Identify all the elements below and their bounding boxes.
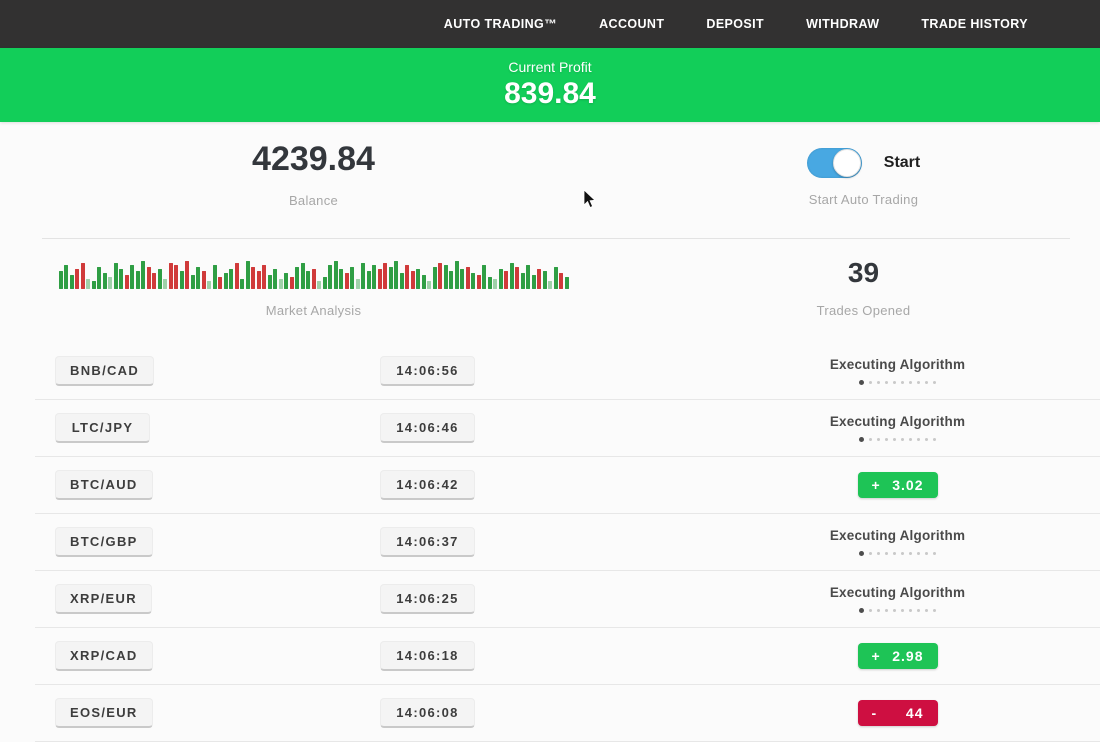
result-sign: +: [872, 648, 881, 664]
trade-time-badge: 14:06:25: [380, 584, 475, 614]
executing-status: Executing Algorithm: [830, 414, 965, 442]
auto-trading-block: Start Start Auto Trading: [627, 140, 1100, 238]
pair-badge: EOS/EUR: [55, 698, 153, 728]
market-analysis-chart: [59, 257, 569, 289]
table-row: LTC/JPY 14:06:46 Executing Algorithm: [35, 400, 1100, 457]
executing-status: Executing Algorithm: [830, 357, 965, 385]
executing-label: Executing Algorithm: [830, 414, 965, 429]
result-value: 2.98: [892, 648, 923, 664]
current-profit-label: Current Profit: [0, 59, 1100, 75]
trades-opened-value: 39: [848, 257, 879, 289]
balance-value: 4239.84: [252, 140, 375, 179]
trade-time-badge: 14:06:46: [380, 413, 475, 443]
pair-badge: BNB/CAD: [55, 356, 154, 386]
nav-item-withdraw[interactable]: WITHDRAW: [806, 17, 879, 31]
pair-badge: BTC/GBP: [55, 527, 153, 557]
table-row: XRP/CAD 14:06:18 + 2.98: [35, 628, 1100, 685]
top-navbar: AUTO TRADING™ ACCOUNT DEPOSIT WITHDRAW T…: [0, 0, 1100, 48]
executing-status: Executing Algorithm: [830, 528, 965, 556]
trade-time-badge: 14:06:18: [380, 641, 475, 671]
pair-badge: XRP/CAD: [55, 641, 153, 671]
table-row: BTC/GBP 14:06:37 Executing Algorithm: [35, 514, 1100, 571]
result-value: 3.02: [892, 477, 923, 493]
result-sign: -: [872, 705, 878, 721]
trades-table: BNB/CAD 14:06:56 Executing Algorithm LTC…: [0, 343, 1100, 742]
balance-block: 4239.84 Balance: [0, 140, 627, 238]
auto-trading-app: AUTO TRADING™ ACCOUNT DEPOSIT WITHDRAW T…: [0, 0, 1100, 742]
nav-item-trade-history[interactable]: TRADE HISTORY: [921, 17, 1028, 31]
executing-label: Executing Algorithm: [830, 585, 965, 600]
executing-label: Executing Algorithm: [830, 528, 965, 543]
result-badge: + 3.02: [858, 472, 938, 498]
result-badge: + 2.98: [858, 643, 938, 669]
current-profit-value: 839.84: [0, 77, 1100, 111]
toggle-knob: [833, 149, 861, 177]
table-row: XRP/EUR 14:06:25 Executing Algorithm: [35, 571, 1100, 628]
executing-label: Executing Algorithm: [830, 357, 965, 372]
executing-progress-dots: [830, 380, 965, 385]
executing-progress-dots: [830, 608, 965, 613]
executing-progress-dots: [830, 551, 965, 556]
pair-badge: XRP/EUR: [55, 584, 152, 614]
toggle-start-label: Start: [884, 154, 920, 172]
nav-item-auto-trading[interactable]: AUTO TRADING™: [444, 17, 557, 31]
executing-progress-dots: [830, 437, 965, 442]
nav-item-deposit[interactable]: DEPOSIT: [706, 17, 764, 31]
trade-time-badge: 14:06:37: [380, 527, 475, 557]
trade-time-badge: 14:06:56: [380, 356, 475, 386]
trade-time-badge: 14:06:08: [380, 698, 475, 728]
result-sign: +: [872, 477, 881, 493]
nav-item-account[interactable]: ACCOUNT: [599, 17, 664, 31]
balance-label: Balance: [289, 193, 338, 208]
start-auto-trading-label: Start Auto Trading: [809, 192, 918, 207]
trade-time-badge: 14:06:42: [380, 470, 475, 500]
market-row: Market Analysis 39 Trades Opened: [0, 239, 1100, 343]
pair-badge: BTC/AUD: [55, 470, 153, 500]
trades-opened-label: Trades Opened: [817, 303, 911, 318]
pair-badge: LTC/JPY: [55, 413, 150, 443]
table-row: BNB/CAD 14:06:56 Executing Algorithm: [35, 343, 1100, 400]
table-row: BTC/AUD 14:06:42 + 3.02: [35, 457, 1100, 514]
trades-opened-block: 39 Trades Opened: [627, 257, 1100, 343]
executing-status: Executing Algorithm: [830, 585, 965, 613]
table-row: EOS/EUR 14:06:08 - 44: [35, 685, 1100, 742]
auto-trading-toggle[interactable]: [807, 148, 862, 178]
market-analysis-label: Market Analysis: [266, 303, 362, 318]
result-value: 44: [906, 705, 924, 721]
result-badge: - 44: [858, 700, 938, 726]
market-analysis-block: Market Analysis: [0, 257, 627, 343]
current-profit-banner: Current Profit 839.84: [0, 48, 1100, 122]
stats-row: 4239.84 Balance Start Start Auto Trading: [0, 122, 1100, 238]
